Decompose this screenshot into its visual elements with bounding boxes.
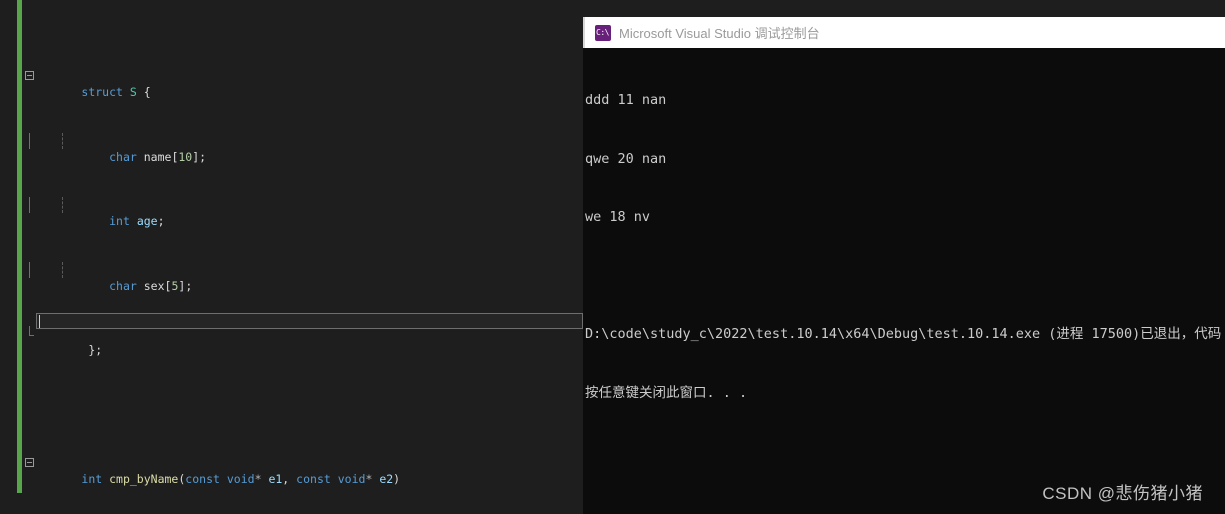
outline-rail [29,261,30,278]
outline-rail [29,197,30,214]
code-line[interactable]: int age; [0,197,583,228]
code-line[interactable]: struct S { [0,68,583,99]
console-window[interactable]: Microsoft Visual Studio 调试控制台 ddd 11 nan… [583,17,1225,514]
console-titlebar[interactable]: Microsoft Visual Studio 调试控制台 [583,17,1225,48]
code-line[interactable]: char sex[5]; [0,261,583,293]
outline-collapse-icon[interactable] [25,457,34,467]
code-line-text: int cmp_byName(const void* e1, const voi… [81,471,401,486]
console-output-line: qwe 20 nan [585,150,667,167]
code-line[interactable]: int cmp_byName(const void* e1, const voi… [0,455,583,486]
current-line-highlight[interactable] [36,313,583,329]
screenshot-root: struct S { char name[10]; int age; char … [0,0,1225,514]
code-line-text: char sex[5]; [109,278,193,293]
outline-rail [29,132,30,149]
outline-rail-end [29,325,34,336]
code-line-text: struct S { [81,85,151,100]
indent-guide [62,261,63,278]
console-window-title: Microsoft Visual Studio 调试控制台 [619,26,820,41]
code-line-text: int age; [109,214,165,229]
code-line-text: char name[10]; [109,149,207,164]
code-text-area[interactable]: struct S { char name[10]; int age; char … [0,0,583,514]
indent-guide [62,132,63,149]
indent-guide [62,197,63,214]
console-app-icon [595,24,611,41]
console-output-line: ddd 11 nan [585,92,667,108]
text-caret [39,315,40,328]
code-line[interactable] [0,390,583,406]
console-output-line: we 18 nv [585,209,651,225]
console-output-area[interactable]: ddd 11 nan qwe 20 nan we 18 nv D:\code\s… [583,48,1225,514]
code-line[interactable]: char name[10]; [0,132,583,164]
code-line-text: }; [88,342,103,357]
console-prompt-message: 按任意键关闭此窗口. . . [585,384,748,401]
console-exit-message: D:\code\study_c\2022\test.10.14\x64\Debu… [585,326,1222,342]
code-editor-pane[interactable]: struct S { char name[10]; int age; char … [0,0,583,514]
csdn-watermark: CSDN @悲伤猪小猪 [1042,484,1203,503]
outline-collapse-icon[interactable] [25,71,34,81]
